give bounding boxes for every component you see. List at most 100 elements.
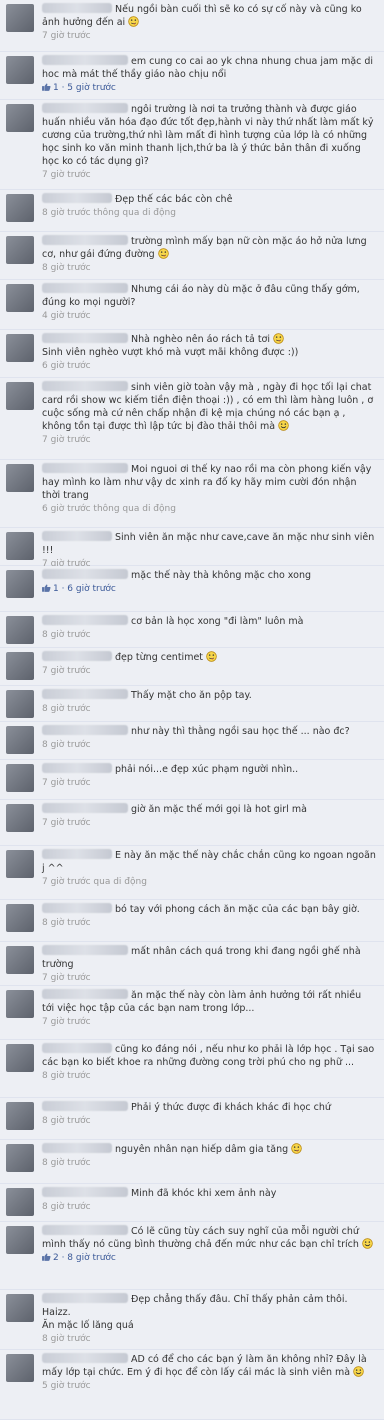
comment-timestamp[interactable]: 7 giờ trước qua di động [42,877,147,887]
commenter-name-blurred[interactable] [42,235,128,245]
avatar[interactable] [6,1044,34,1072]
comment-body: nguyên nhân nạn hiếp dâm gia tăng 8 giờ … [42,1143,376,1170]
comment-timestamp[interactable]: 7 giờ trước [42,666,91,676]
comment-timestamp[interactable]: 6 giờ trước [42,361,91,371]
comment-timestamp[interactable]: 7 giờ trước [42,31,91,41]
comment-timestamp[interactable]: 8 giờ trước [42,630,91,640]
commenter-name-blurred[interactable] [42,1353,128,1363]
avatar[interactable] [6,570,34,598]
commenter-name-blurred[interactable] [42,615,128,625]
comment-text: Đẹp thế các bác còn chê [115,194,233,205]
comment-item: mất nhân cách quá trong khi đang ngồi gh… [0,942,384,986]
comment-timestamp[interactable]: 7 giờ trước [42,973,91,983]
commenter-name-blurred[interactable] [42,463,128,473]
avatar[interactable] [6,804,34,832]
avatar[interactable] [6,850,34,878]
comment-timestamp[interactable]: 8 giờ trước thông qua di động [42,208,176,218]
avatar[interactable] [6,904,34,932]
tongue-emoticon [291,1143,302,1154]
avatar[interactable] [6,652,34,680]
commenter-name-blurred[interactable] [42,1043,112,1053]
commenter-name-blurred[interactable] [42,333,128,343]
comment-timestamp[interactable]: 7 giờ trước [42,778,91,788]
comment-timestamp[interactable]: 2 · 8 giờ trước [53,1253,116,1263]
avatar[interactable] [6,284,34,312]
commenter-name-blurred[interactable] [42,3,112,13]
comment-timestamp[interactable]: 8 giờ trước [42,740,91,750]
comment-body: ăn mặc thế này còn làm ảnh hưởng tới rất… [42,989,376,1029]
commenter-name-blurred[interactable] [42,569,128,579]
avatar[interactable] [6,1354,34,1382]
avatar[interactable] [6,4,34,32]
avatar[interactable] [6,946,34,974]
comment-meta: 7 giờ trước [42,434,376,447]
commenter-name-blurred[interactable] [42,725,128,735]
avatar[interactable] [6,334,34,362]
avatar[interactable] [6,464,34,492]
comment-timestamp[interactable]: 7 giờ trước [42,1017,91,1027]
comment-timestamp[interactable]: 8 giờ trước [42,1071,91,1081]
avatar[interactable] [6,616,34,644]
comment-timestamp[interactable]: 8 giờ trước [42,1158,91,1168]
commenter-name-blurred[interactable] [42,1143,112,1153]
avatar[interactable] [6,56,34,84]
avatar[interactable] [6,764,34,792]
avatar[interactable] [6,1144,34,1172]
commenter-name-blurred[interactable] [42,1225,128,1235]
avatar[interactable] [6,726,34,754]
avatar[interactable] [6,236,34,264]
avatar[interactable] [6,194,34,222]
avatar[interactable] [6,1226,34,1254]
comment-timestamp[interactable]: 8 giờ trước [42,704,91,714]
comment-timestamp[interactable]: 5 giờ trước [42,1381,91,1391]
avatar[interactable] [6,690,34,718]
comment-item: phải nói...e đẹp xúc phạm người nhìn.. 7 … [0,760,384,800]
comment-timestamp[interactable]: 8 giờ trước [42,918,91,928]
avatar[interactable] [6,1294,34,1322]
commenter-name-blurred[interactable] [42,103,128,113]
comment-timestamp[interactable]: 7 giờ trước [42,170,91,180]
commenter-name-blurred[interactable] [42,283,128,293]
comment-timestamp[interactable]: 8 giờ trước [42,1116,91,1126]
comment-timestamp[interactable]: 4 giờ trước [42,311,91,321]
comment-timestamp[interactable]: 8 giờ trước [42,1202,91,1212]
avatar[interactable] [6,1102,34,1130]
commenter-name-blurred[interactable] [42,989,128,999]
like-thumb-icon[interactable] [42,1253,51,1261]
comment-timestamp[interactable]: 6 giờ trước thông qua di động [42,504,176,514]
commenter-name-blurred[interactable] [42,803,128,813]
comment-item: AD có để cho các bạn ý làm ăn không nhỉ?… [0,1350,384,1420]
comment-timestamp[interactable]: 7 giờ trước [42,435,91,445]
commenter-name-blurred[interactable] [42,689,128,699]
commenter-name-blurred[interactable] [42,651,112,661]
comment-timestamp[interactable]: 1 · 5 giờ trước [53,83,116,93]
commenter-name-blurred[interactable] [42,55,128,65]
commenter-name-blurred[interactable] [42,945,128,955]
comment-text-block: Phải ý thức được đi khách khác đi học ch… [42,1101,376,1114]
commenter-name-blurred[interactable] [42,193,112,203]
avatar[interactable] [6,382,34,410]
commenter-name-blurred[interactable] [42,531,112,541]
comment-timestamp[interactable]: 8 giờ trước [42,263,91,273]
avatar[interactable] [6,104,34,132]
comment-meta: 4 giờ trước [42,310,376,323]
commenter-name-blurred[interactable] [42,1101,128,1111]
commenter-name-blurred[interactable] [42,1293,128,1303]
comment-meta: 8 giờ trước [42,917,376,930]
commenter-name-blurred[interactable] [42,381,128,391]
commenter-name-blurred[interactable] [42,903,112,913]
comment-body: Đẹp chẳng thấy đâu. Chỉ thấy phản cảm th… [42,1293,376,1346]
commenter-name-blurred[interactable] [42,763,112,773]
comment-timestamp[interactable]: 7 giờ trước [42,818,91,828]
comment-timestamp[interactable]: 8 giờ trước [42,1334,91,1344]
like-thumb-icon[interactable] [42,83,51,91]
commenter-name-blurred[interactable] [42,1187,128,1197]
like-thumb-icon[interactable] [42,584,51,592]
comment-timestamp[interactable]: 1 · 6 giờ trước [53,584,116,594]
avatar[interactable] [6,532,34,560]
avatar[interactable] [6,1188,34,1216]
comment-text: ngôi trường là nơi ta trưởng thành và đư… [42,104,374,167]
comment-text-block: ngôi trường là nơi ta trưởng thành và đư… [42,103,376,168]
avatar[interactable] [6,990,34,1018]
commenter-name-blurred[interactable] [42,849,112,859]
